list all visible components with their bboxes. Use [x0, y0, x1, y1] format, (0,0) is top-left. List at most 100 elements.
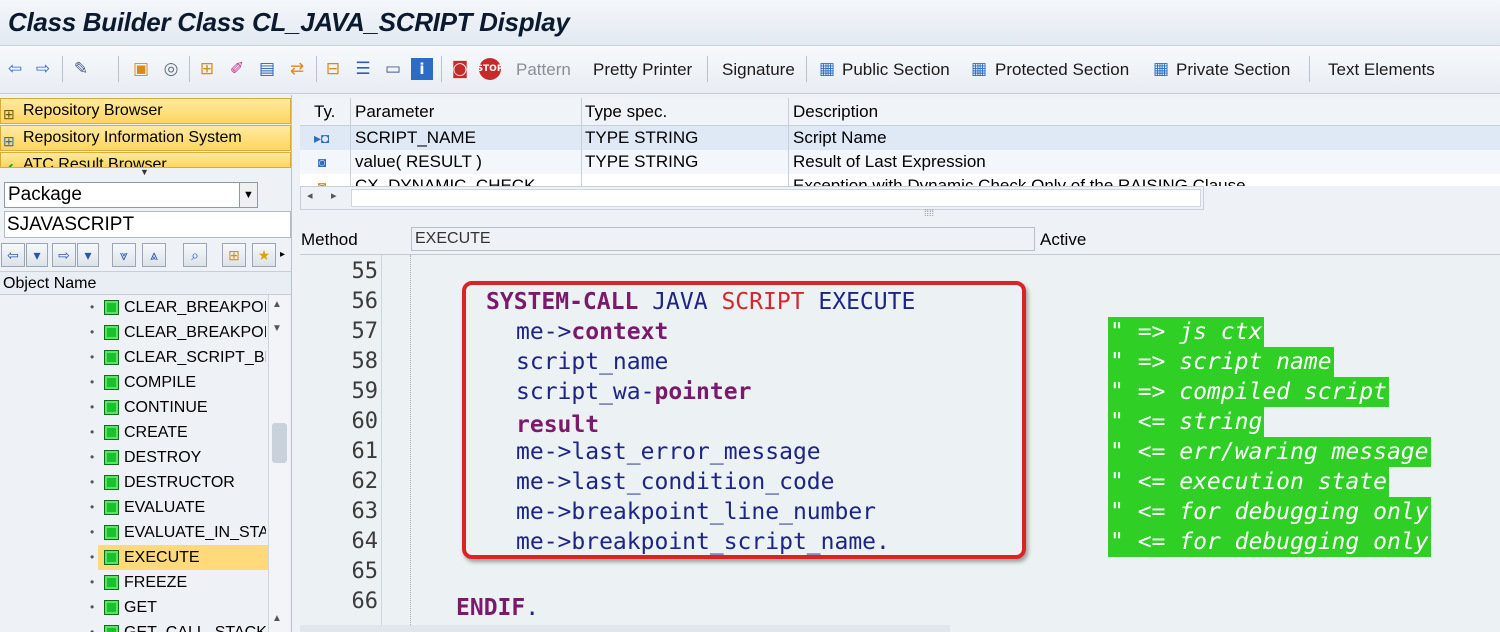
toolbar-separator — [118, 56, 119, 82]
package-input[interactable]: SJAVASCRIPT — [4, 211, 291, 238]
tree-item[interactable]: • FREEZE — [0, 570, 268, 595]
scroll-up-icon[interactable]: ▲ — [272, 299, 282, 310]
text-elements-button[interactable]: Text Elements — [1328, 60, 1435, 80]
scroll-up-icon[interactable]: ▲ — [272, 613, 282, 624]
tree-connector: • — [90, 425, 95, 439]
object-type-select[interactable]: Package ▼ — [4, 182, 258, 208]
expand-all-icon[interactable]: ⩔ — [112, 243, 136, 267]
tree-item-selected[interactable]: • EXECUTE — [0, 545, 268, 570]
tree-item[interactable]: • DESTRUCTOR — [0, 470, 268, 495]
scroll-down-icon[interactable]: ▼ — [272, 323, 282, 334]
tree-connector: • — [90, 475, 95, 489]
scrollbar-track[interactable] — [351, 189, 1201, 207]
back-dropdown-icon[interactable]: ▾ — [26, 243, 48, 267]
table-row[interactable]: ▸◘ SCRIPT_NAME TYPE STRING Script Name — [300, 126, 1500, 150]
code-comment: " => compiled script — [1108, 377, 1389, 407]
repository-information-system-button[interactable]: ⊞ Repository Information System — [0, 125, 291, 151]
favorites-star-icon[interactable]: ★ — [252, 243, 276, 267]
table-icon[interactable]: ▭ — [382, 58, 404, 80]
method-label: Method — [301, 230, 358, 249]
private-section-icon: ▦ — [1152, 59, 1170, 79]
tree-scrollbar[interactable]: ▲ ▼ ▲ — [268, 295, 290, 632]
chevron-down-icon[interactable]: ▼ — [239, 183, 257, 207]
object-list-icon[interactable]: ▤ — [256, 58, 278, 80]
method-icon — [104, 550, 119, 565]
importing-param-icon: ▸◘ — [314, 130, 330, 146]
navigation-window-icon[interactable]: ⇄ — [286, 58, 308, 80]
local-types-icon[interactable]: ⊟ — [322, 58, 344, 80]
line-number: 66 — [351, 589, 379, 614]
forward-icon[interactable]: ⇨ — [52, 243, 76, 267]
application-toolbar: ⇦ ⇨ ✎ ▣ ◎ ⊞ ✐ ▤ ⇄ ⊟ ☰ ▭ i ◙ STOP Pattern… — [0, 46, 1500, 94]
scroll-right-icon[interactable]: ▸ — [331, 189, 337, 202]
nav-expand-handle[interactable]: ▼ — [140, 167, 149, 177]
tree-item[interactable]: • CLEAR_BREAKPOINTS — [0, 320, 268, 345]
column-header-type-spec[interactable]: Type spec. — [585, 100, 667, 124]
set-breakpoint-icon[interactable]: ◙ — [449, 58, 471, 80]
tree-item-label: FREEZE — [124, 574, 188, 591]
forward-icon[interactable]: ⇨ — [32, 58, 54, 80]
more-tools-icon[interactable]: ▸ — [280, 249, 285, 260]
object-name-header[interactable]: Object Name — [0, 271, 291, 295]
pretty-printer-button[interactable]: Pretty Printer — [593, 60, 692, 80]
scrollbar-thumb[interactable] — [272, 423, 287, 463]
scroll-left-icon[interactable]: ◂ — [307, 189, 313, 202]
table-horizontal-scrollbar[interactable]: ◂ ▸ — [300, 186, 1204, 210]
list-icon[interactable]: ☰ — [352, 58, 374, 80]
tree-item[interactable]: • EVALUATE_IN_STACK — [0, 520, 268, 545]
tree-connector: • — [90, 450, 95, 464]
repository-information-system-label: Repository Information System — [23, 129, 242, 146]
tree-item-label: CREATE — [124, 424, 188, 441]
table-row[interactable]: ◙ value( RESULT ) TYPE STRING Result of … — [300, 150, 1500, 174]
editor-horizontal-scrollbar[interactable] — [300, 625, 950, 632]
tree-item[interactable]: • DESTROY — [0, 445, 268, 470]
tree-item-label: EVALUATE — [124, 499, 206, 516]
hierarchy-icon[interactable]: ⊞ — [222, 243, 246, 267]
collapse-all-icon[interactable]: ⩓ — [142, 243, 166, 267]
tree-item[interactable]: • COMPILE — [0, 370, 268, 395]
stop-icon[interactable]: STOP — [477, 58, 503, 80]
where-used-icon[interactable]: ✐ — [226, 58, 248, 80]
splitter-handle[interactable]: ⁞⁞⁞⁞ — [924, 208, 934, 218]
toolbar-separator — [316, 56, 317, 82]
other-object-icon[interactable]: ✎ — [70, 58, 92, 80]
method-status: Active — [1040, 230, 1087, 249]
tree-item[interactable]: • EVALUATE — [0, 495, 268, 520]
pattern-button[interactable]: Pattern — [516, 60, 571, 80]
tree-item[interactable]: • CONTINUE — [0, 395, 268, 420]
code-editor[interactable]: 55 56 57 58 59 60 61 62 63 64 65 66 SYST… — [300, 254, 1500, 632]
tree-item[interactable]: • GET_CALL_STACK — [0, 620, 268, 632]
tree-connector: • — [90, 300, 95, 314]
line-number: 63 — [351, 499, 379, 524]
forward-dropdown-icon[interactable]: ▾ — [77, 243, 99, 267]
back-icon[interactable]: ⇦ — [1, 243, 25, 267]
back-icon[interactable]: ⇦ — [4, 58, 26, 80]
line-number: 64 — [351, 529, 379, 554]
tree-item[interactable]: • CLEAR_BREAKPOINT — [0, 295, 268, 320]
tree-item[interactable]: • CLEAR_SCRIPT_BREAKPOINTS — [0, 345, 268, 370]
tree-item[interactable]: • CREATE — [0, 420, 268, 445]
tree-item-label: CLEAR_BREAKPOINTS — [124, 324, 266, 341]
check-icon[interactable]: ⊞ — [196, 58, 218, 80]
column-header-parameter[interactable]: Parameter — [355, 100, 434, 124]
table-row[interactable]: ◙ CX_DYNAMIC_CHECK Exception with Dynami… — [300, 174, 1500, 186]
column-header-type[interactable]: Ty. — [314, 100, 335, 124]
info-icon[interactable]: i — [411, 58, 433, 80]
find-icon[interactable]: ⌕ — [183, 243, 207, 267]
column-divider — [581, 98, 582, 186]
display-change-icon[interactable]: ▣ — [130, 58, 152, 80]
public-section-button[interactable]: Public Section — [842, 60, 950, 80]
protected-section-button[interactable]: Protected Section — [995, 60, 1129, 80]
private-section-button[interactable]: Private Section — [1176, 60, 1290, 80]
activate-icon[interactable]: ◎ — [160, 58, 182, 80]
atc-result-browser-button[interactable]: ✔ ATC Result Browser — [0, 152, 291, 168]
tree-item[interactable]: • GET — [0, 595, 268, 620]
method-icon — [104, 450, 119, 465]
column-header-description[interactable]: Description — [793, 100, 878, 124]
repository-browser-button[interactable]: ⊞ Repository Browser — [0, 98, 291, 124]
signature-button[interactable]: Signature — [722, 60, 795, 80]
code-comment: " <= string — [1108, 407, 1265, 437]
code-comment: " => script name — [1108, 347, 1334, 377]
line-number-gutter: 55 56 57 58 59 60 61 62 63 64 65 66 — [300, 255, 382, 632]
method-icon — [104, 425, 119, 440]
